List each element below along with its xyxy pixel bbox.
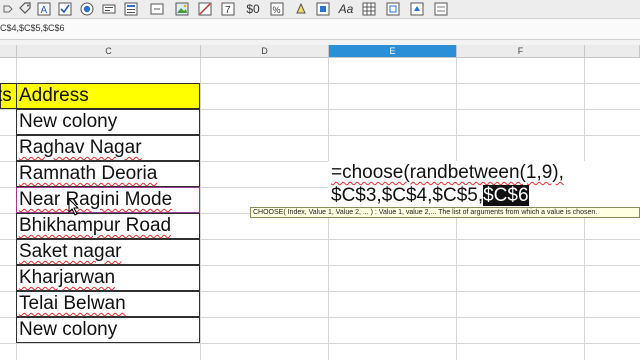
address-text: Telai Belwan	[19, 293, 126, 314]
column-header-c[interactable]: C	[17, 45, 201, 58]
svg-text:A: A	[41, 5, 48, 16]
grid-icon[interactable]	[360, 1, 378, 17]
address-text: New colony	[19, 319, 118, 340]
tag-icon[interactable]	[2, 1, 14, 17]
font-icon[interactable]: Aa	[336, 1, 356, 17]
address-text: Kharjarwan	[19, 267, 116, 288]
column-header-b[interactable]	[0, 45, 17, 58]
address-text: Raghav Nagar	[19, 137, 142, 158]
font-label: Aa	[338, 2, 354, 16]
formula-input[interactable]: C$4,$C$5,$C$6	[0, 23, 65, 33]
column-header-f[interactable]: F	[457, 45, 585, 58]
currency-label: $0	[246, 2, 260, 16]
address-text: Saket nagar	[19, 241, 122, 262]
image-icon[interactable]	[173, 1, 191, 17]
currency-icon[interactable]: $0	[242, 1, 264, 17]
formula-line-2-text: $C$3,$C$4,$C$5,	[331, 185, 484, 206]
address-text: Bhikhampur Road	[19, 215, 172, 236]
form-icon[interactable]	[432, 1, 450, 17]
formula-line-2: $C$3,$C$4,$C$5,$C$6	[331, 184, 529, 208]
svg-text:%: %	[273, 5, 281, 15]
toolbar: A 7 $0 % Aa	[0, 0, 640, 19]
formula-bar[interactable]: C$4,$C$5,$C$6	[0, 19, 640, 40]
function-tooltip: CHOOSE( Index, Value 1, Value 2, ... ) :…	[250, 207, 640, 218]
list-box-icon[interactable]	[122, 1, 140, 17]
column-header-g[interactable]	[585, 45, 640, 58]
text-box-icon[interactable]: A	[35, 1, 53, 17]
checkbox-icon[interactable]	[56, 1, 74, 17]
navigator-icon[interactable]	[384, 1, 402, 17]
column-header-e[interactable]: E	[329, 45, 457, 58]
column-header-d[interactable]: D	[201, 45, 329, 58]
radio-button-icon[interactable]	[78, 1, 96, 17]
paint-icon[interactable]	[292, 1, 310, 17]
address-text: New colony	[19, 111, 118, 132]
formula-line-1: =choose(randbetween(1,9),	[331, 161, 564, 185]
formula-line-1-text: =choose(randbetween(1,9),	[331, 162, 564, 183]
picture-icon[interactable]	[408, 1, 426, 17]
grid-line	[200, 58, 201, 360]
mouse-pointer-icon	[68, 198, 80, 216]
grid-line	[0, 343, 640, 344]
label-icon[interactable]	[100, 1, 118, 17]
formula-highlighted-reference: $C$6	[483, 185, 529, 206]
address-header-label: Address	[19, 85, 89, 106]
svg-text:7: 7	[225, 5, 231, 16]
combo-box-icon[interactable]	[148, 1, 166, 17]
number-icon[interactable]: 7	[219, 1, 237, 17]
header-fragment-label: ts	[0, 85, 12, 106]
percent-icon[interactable]: %	[268, 1, 286, 17]
no-image-icon[interactable]	[196, 1, 214, 17]
address-text: Ramnath Deoria	[19, 163, 158, 184]
tag-icon[interactable]	[16, 1, 34, 17]
address-text: Near Ragini Mode	[19, 189, 173, 210]
box-icon[interactable]	[314, 1, 332, 17]
